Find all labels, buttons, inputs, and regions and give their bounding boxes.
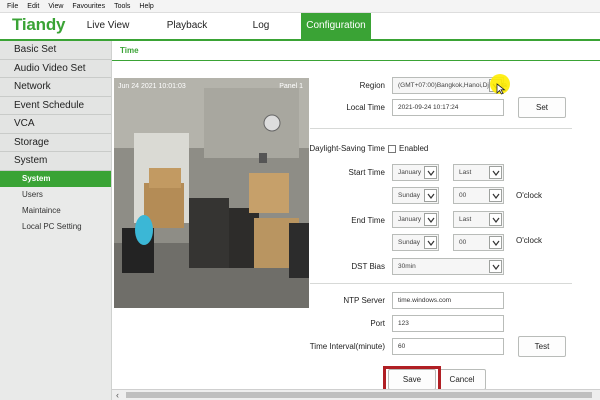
sidebar-item-system[interactable]: System — [0, 152, 111, 171]
port-field[interactable]: 123 — [392, 315, 504, 332]
sidebar-item-event-schedule[interactable]: Event Schedule — [0, 96, 111, 115]
divider — [310, 283, 572, 284]
end-week-value: Last — [459, 216, 472, 223]
tab-time[interactable]: Time — [120, 46, 139, 55]
end-month-value: January — [398, 216, 422, 223]
tab-playback[interactable]: Playback — [152, 13, 222, 39]
start-hour-value: 00 — [459, 192, 467, 199]
dst-bias-label: DST Bias — [351, 262, 385, 271]
end-time-label: End Time — [351, 216, 385, 225]
scroll-thumb[interactable] — [126, 392, 592, 398]
sidebar: Basic Set Audio Video Set Network Event … — [0, 41, 112, 400]
menu-bar: File Edit View Favourites Tools Help — [0, 0, 600, 13]
sidebar-subitem-users[interactable]: Users — [0, 187, 111, 203]
subtab-underline — [112, 60, 600, 61]
set-button[interactable]: Set — [518, 97, 566, 118]
start-week-value: Last — [459, 169, 472, 176]
test-button[interactable]: Test — [518, 336, 566, 357]
menu-favourites[interactable]: Favourites — [72, 3, 105, 10]
time-interval-field[interactable]: 60 — [392, 338, 504, 355]
dst-enabled-label: Enabled — [399, 144, 429, 153]
menu-help[interactable]: Help — [139, 3, 153, 10]
menu-tools[interactable]: Tools — [114, 3, 130, 10]
dst-bias-value: 30min — [398, 263, 416, 270]
chevron-down-icon — [489, 166, 502, 179]
camera-scene — [114, 78, 309, 308]
chevron-down-icon — [424, 213, 437, 226]
cursor-icon — [496, 83, 506, 95]
tab-configuration[interactable]: Configuration — [301, 13, 371, 39]
chevron-down-icon — [489, 213, 502, 226]
cancel-button[interactable]: Cancel — [438, 369, 486, 390]
menu-file[interactable]: File — [7, 3, 18, 10]
chevron-down-icon — [424, 189, 437, 202]
tab-log[interactable]: Log — [226, 13, 296, 39]
region-select[interactable]: (GMT+07:00)Bangkok,Hanoi,Djakarta — [392, 77, 507, 94]
end-hour-value: 00 — [459, 239, 467, 246]
end-week-select[interactable]: Last — [453, 211, 504, 228]
local-time-field[interactable]: 2021-09-24 10:17:24 — [392, 99, 504, 116]
sidebar-item-network[interactable]: Network — [0, 78, 111, 97]
start-hour-select[interactable]: 00 — [453, 187, 504, 204]
dst-enabled-checkbox[interactable] — [388, 145, 396, 153]
tab-live-view[interactable]: Live View — [73, 13, 143, 39]
local-time-label: Local Time — [346, 103, 385, 112]
start-week-select[interactable]: Last — [453, 164, 504, 181]
scroll-left-icon[interactable]: ‹ — [116, 390, 119, 400]
menu-edit[interactable]: Edit — [27, 3, 39, 10]
ntp-server-label: NTP Server — [343, 296, 385, 305]
chevron-down-icon — [424, 236, 437, 249]
time-interval-label: Time Interval(minute) — [309, 342, 385, 351]
dst-bias-select[interactable]: 30min — [392, 258, 504, 275]
sidebar-item-storage[interactable]: Storage — [0, 133, 111, 152]
camera-preview: Jun 24 2021 10:01:03 Panel 1 — [114, 78, 309, 308]
sidebar-item-basic-set[interactable]: Basic Set — [0, 41, 111, 60]
start-month-select[interactable]: January — [392, 164, 439, 181]
start-oclock-label: O'clock — [516, 191, 542, 200]
chevron-down-icon — [489, 260, 502, 273]
sidebar-subitem-system[interactable]: System — [0, 170, 111, 187]
horizontal-scrollbar[interactable]: ‹ — [112, 389, 600, 400]
divider — [310, 128, 572, 129]
chevron-down-icon — [489, 236, 502, 249]
end-month-select[interactable]: January — [392, 211, 439, 228]
tiandy-logo: Tiandy — [12, 15, 66, 34]
start-day-select[interactable]: Sunday — [392, 187, 439, 204]
end-day-value: Sunday — [398, 239, 421, 246]
chevron-down-icon — [489, 189, 502, 202]
end-hour-select[interactable]: 00 — [453, 234, 504, 251]
chevron-down-icon — [424, 166, 437, 179]
end-oclock-label: O'clock — [516, 236, 542, 245]
port-label: Port — [370, 319, 385, 328]
content-panel: Time Jun 24 2021 10:01:03 Panel 1 Region… — [112, 41, 600, 400]
ntp-server-field[interactable]: time.windows.com — [392, 292, 504, 309]
sidebar-item-audio-video-set[interactable]: Audio Video Set — [0, 59, 111, 78]
sidebar-subitem-local-pc-setting[interactable]: Local PC Setting — [0, 219, 111, 235]
sidebar-item-vca[interactable]: VCA — [0, 115, 111, 134]
menu-view[interactable]: View — [48, 3, 63, 10]
camera-timestamp: Jun 24 2021 10:01:03 — [118, 83, 186, 90]
sidebar-subitem-maintaince[interactable]: Maintaince — [0, 203, 111, 219]
start-time-label: Start Time — [348, 168, 385, 177]
cursor-highlight — [490, 74, 510, 95]
top-nav: Tiandy Live View Playback Log Configurat… — [0, 13, 600, 41]
end-day-select[interactable]: Sunday — [392, 234, 439, 251]
dst-label: Daylight-Saving Time — [309, 144, 385, 153]
start-month-value: January — [398, 169, 422, 176]
region-label: Region — [359, 81, 385, 90]
start-day-value: Sunday — [398, 192, 421, 199]
